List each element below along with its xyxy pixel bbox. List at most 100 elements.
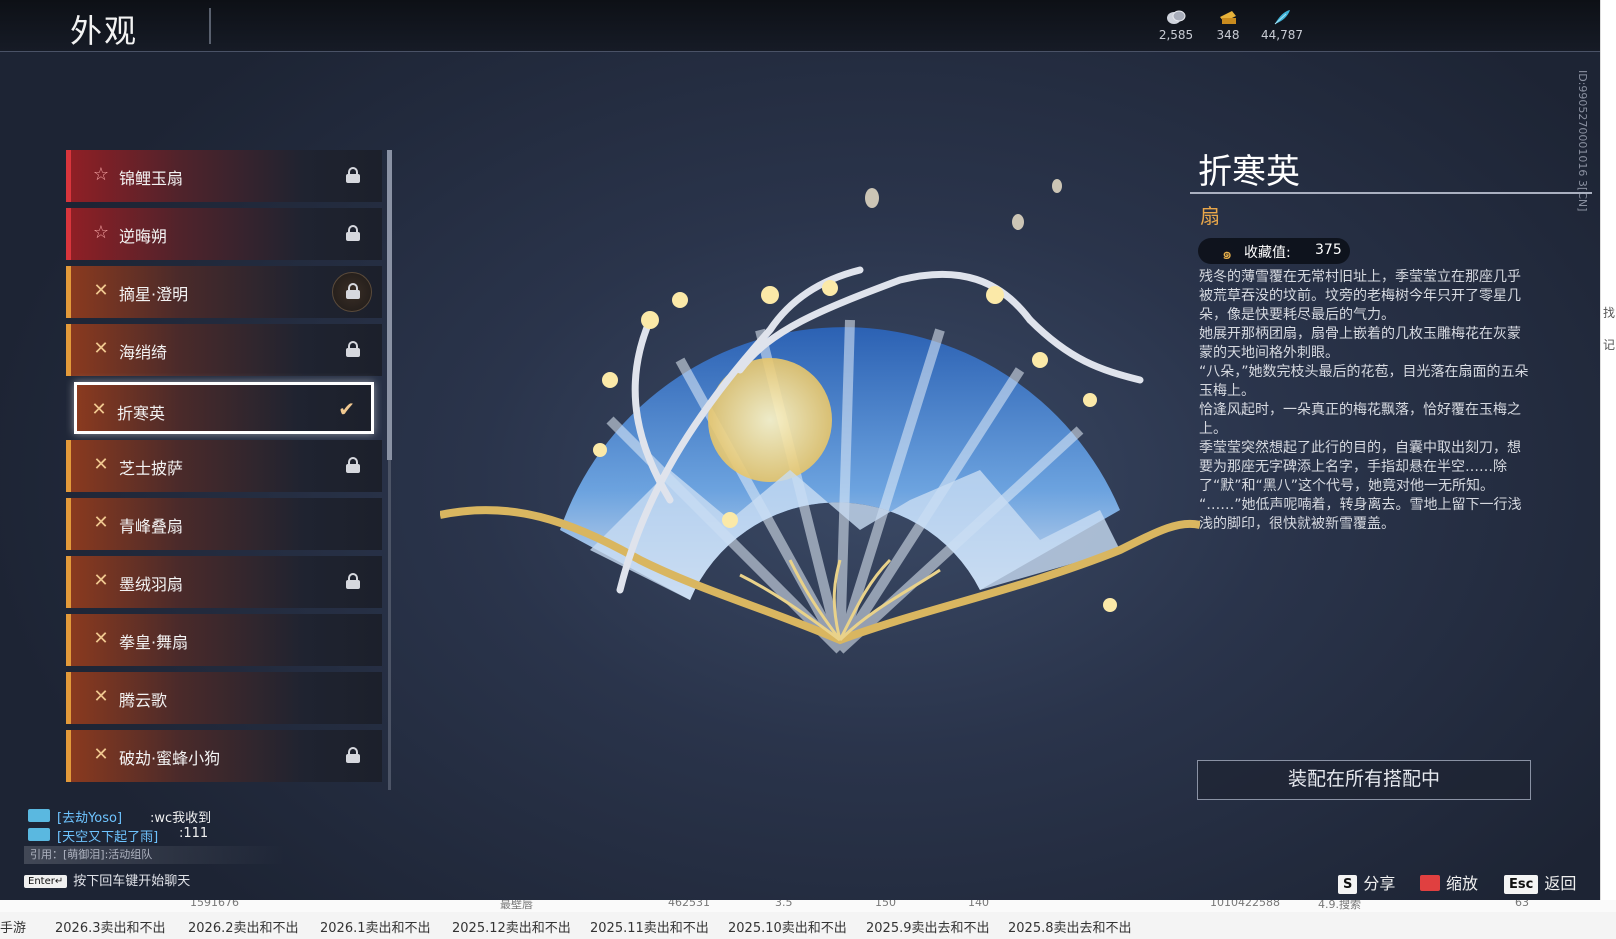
cell-text: 1010422588 xyxy=(1210,900,1280,909)
cross-icon: ✕ xyxy=(93,628,109,649)
lore-text: 残冬的薄雪覆在无常村旧址上，季莹莹立在那座几乎被荒草吞没的坟前。坟旁的老梅树今年… xyxy=(1199,269,1529,532)
check-icon: ✔ xyxy=(338,397,355,421)
sheet-tab[interactable]: 2025.11卖出和不出 xyxy=(590,917,709,936)
collection-value: 375 xyxy=(1315,242,1342,258)
background-window-edge: 找 记 xyxy=(1600,0,1616,900)
currency-ticket[interactable]: 348 xyxy=(1198,8,1258,42)
cell-text: 63 xyxy=(1515,900,1529,909)
list-scrollbar-thumb[interactable] xyxy=(387,150,392,460)
lock-icon xyxy=(346,167,360,183)
enter-key-icon: Enter↵ xyxy=(24,875,68,888)
cell-text: 最壁唇 xyxy=(500,900,533,911)
title-divider xyxy=(209,8,211,44)
list-item[interactable]: ✕ 摘星·澄明 xyxy=(66,266,382,318)
list-item-label: 逆晦朔 xyxy=(119,227,168,246)
chat-message[interactable]: [天空又下起了雨] :111 xyxy=(24,825,294,845)
appearance-list: ☆ 锦鲤玉扇 ☆ 逆晦朔 ✕ 摘星·澄明 ✕ 海绡绮 ✕ 折寒英 ✔ ✕ 芝士披萨 ✕ 青峰叠扇 ✕ 墨绒羽扇 ✕… xyxy=(66,150,382,800)
list-item[interactable]: ✕ 拳皇·舞扇 xyxy=(66,614,382,666)
title-underline xyxy=(1190,192,1592,194)
star-icon: ☆ xyxy=(92,222,110,243)
list-item-label: 海绡绮 xyxy=(119,343,168,362)
book-icon xyxy=(1420,875,1440,891)
sheet-tab[interactable]: 2025.8卖出去和不出 xyxy=(1008,917,1132,936)
chat-enter-hint[interactable]: Enter↵ 按下回车键开始聊天 xyxy=(24,870,190,889)
share-label: 分享 xyxy=(1363,874,1396,893)
cross-icon: ✕ xyxy=(93,686,109,707)
sheet-tab[interactable]: 2025.10卖出和不出 xyxy=(728,917,847,936)
sheet-tab[interactable]: 2026.2卖出和不出 xyxy=(188,917,299,936)
cell-text: 4.9.搜索 xyxy=(1318,900,1361,911)
sheet-tab[interactable]: 2025.9卖出去和不出 xyxy=(866,917,990,936)
list-item-label: 破劫·蜜蜂小狗 xyxy=(119,749,221,768)
list-item[interactable]: ✕ 折寒英 ✔ xyxy=(74,382,374,434)
share-hint[interactable]: S 分享 xyxy=(1338,870,1395,894)
sheet-tab[interactable]: 2026.3卖出和不出 xyxy=(55,917,166,936)
cell-text: 150 xyxy=(875,900,896,909)
chat-enter-text: 按下回车键开始聊天 xyxy=(73,874,191,889)
fan-preview[interactable] xyxy=(440,170,1200,730)
collection-value-badge: ๑ 收藏值: 375 xyxy=(1198,238,1350,264)
cell-text: 462531 xyxy=(668,900,710,909)
cross-icon: ✕ xyxy=(93,454,109,475)
lock-icon xyxy=(346,747,360,763)
lock-icon xyxy=(346,283,360,299)
cell-text: 1591676 xyxy=(190,900,239,909)
zoom-label: 缩放 xyxy=(1446,874,1479,893)
cross-icon: ✕ xyxy=(93,512,109,533)
chat-text: :111 xyxy=(179,826,209,841)
currency-silver[interactable]: 2,585 xyxy=(1146,8,1206,42)
lock-icon xyxy=(346,341,360,357)
zoom-hint[interactable]: 缩放 xyxy=(1420,870,1478,894)
sheet-tab[interactable]: 2026.1卖出和不出 xyxy=(320,917,431,936)
list-item[interactable]: ☆ 锦鲤玉扇 xyxy=(66,150,382,202)
cross-icon: ✕ xyxy=(93,338,109,359)
spreadsheet-row-bleed: 1591676 最壁唇 462531 3.5 150 140 1010422588 4.9.搜… xyxy=(0,900,1616,912)
game-window: 外观 2,585 348 44,787 ID:9905270001016 3[C… xyxy=(0,0,1600,900)
silver-coin-icon xyxy=(1167,10,1186,24)
list-item[interactable]: ☆ 逆晦朔 xyxy=(66,208,382,260)
lock-icon xyxy=(346,457,360,473)
chat-sender[interactable]: [天空又下起了雨] xyxy=(57,826,158,845)
collection-spiral-icon: ๑ xyxy=(1222,244,1233,263)
list-item-label: 墨绒羽扇 xyxy=(119,575,184,594)
list-item[interactable]: ✕ 破劫·蜜蜂小狗 xyxy=(66,730,382,782)
currency-feather[interactable]: 44,787 xyxy=(1252,8,1312,42)
currency-value: 44,787 xyxy=(1261,28,1303,42)
cell-text: 3.5 xyxy=(775,900,793,909)
chat-message[interactable]: [去劫Yoso] :wc我收到 xyxy=(24,806,294,826)
gold-ticket-icon xyxy=(1220,11,1236,24)
chat-panel: [去劫Yoso] :wc我收到 [天空又下起了雨] :111 xyxy=(24,806,294,845)
cross-icon: ✕ xyxy=(91,399,107,420)
list-item-label: 摘星·澄明 xyxy=(119,285,189,304)
equip-all-button[interactable]: 装配在所有搭配中 xyxy=(1197,760,1531,800)
chat-quote: 引用：[萌御泪]:活动组队 xyxy=(24,846,284,864)
list-item-label: 青峰叠扇 xyxy=(119,517,184,536)
chat-sender[interactable]: [去劫Yoso] xyxy=(57,807,122,826)
list-item[interactable]: ✕ 芝士披萨 xyxy=(66,440,382,492)
top-bar: 外观 2,585 348 44,787 xyxy=(0,0,1600,52)
chat-channel-icon xyxy=(28,809,50,822)
back-label: 返回 xyxy=(1544,874,1577,893)
list-item[interactable]: ✕ 青峰叠扇 xyxy=(66,498,382,550)
cell-text: 140 xyxy=(968,900,989,909)
edge-text: 记 xyxy=(1603,338,1616,352)
list-item-label: 折寒英 xyxy=(117,404,166,423)
cross-icon: ✕ xyxy=(93,744,109,765)
sheet-tab[interactable]: 手游 xyxy=(0,917,26,936)
s-key-icon: S xyxy=(1338,875,1358,894)
back-hint[interactable]: Esc 返回 xyxy=(1504,870,1576,894)
cross-icon: ✕ xyxy=(93,280,109,301)
list-item-label: 芝士披萨 xyxy=(119,459,184,478)
chat-text: :wc我收到 xyxy=(150,811,212,826)
sheet-tab[interactable]: 2025.12卖出和不出 xyxy=(452,917,571,936)
list-item-label: 锦鲤玉扇 xyxy=(119,169,184,188)
feather-icon xyxy=(1274,10,1290,25)
currency-value: 348 xyxy=(1216,28,1240,42)
item-type: 扇 xyxy=(1200,204,1220,228)
list-item[interactable]: ✕ 腾云歌 xyxy=(66,672,382,724)
list-item-label: 腾云歌 xyxy=(119,691,168,710)
list-item[interactable]: ✕ 海绡绮 xyxy=(66,324,382,376)
esc-key-icon: Esc xyxy=(1504,875,1539,894)
player-id: ID:9905270001016 3[CN] xyxy=(1576,70,1589,212)
list-item[interactable]: ✕ 墨绒羽扇 xyxy=(66,556,382,608)
